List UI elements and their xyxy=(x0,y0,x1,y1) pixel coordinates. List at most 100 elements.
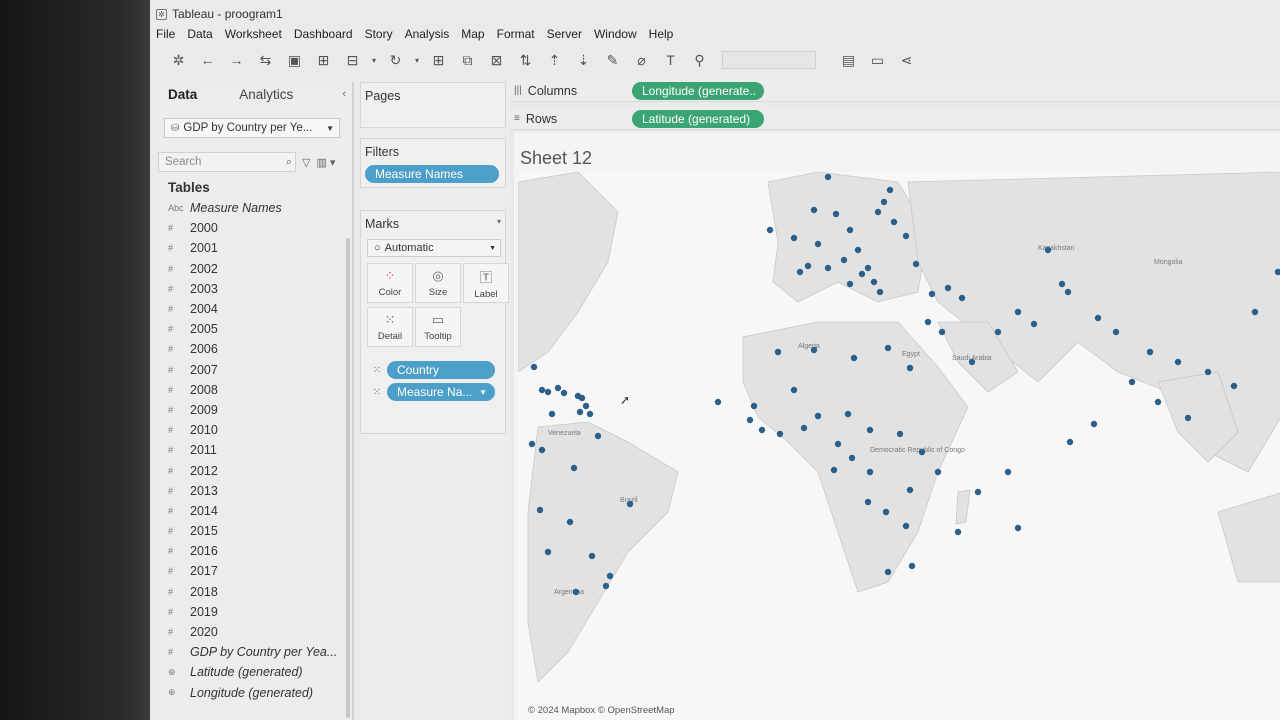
country-dot[interactable] xyxy=(714,398,722,406)
country-dot[interactable] xyxy=(594,432,602,440)
menu-file[interactable]: File xyxy=(156,27,175,41)
country-dot[interactable] xyxy=(902,522,910,530)
country-dot[interactable] xyxy=(1030,320,1038,328)
country-dot[interactable] xyxy=(810,206,818,214)
country-dot[interactable] xyxy=(830,466,838,474)
show-cards-icon[interactable]: ▤ xyxy=(834,52,863,69)
country-dot[interactable] xyxy=(1044,246,1052,254)
country-dot[interactable] xyxy=(884,568,892,576)
country-dot[interactable] xyxy=(906,486,914,494)
country-dot[interactable] xyxy=(824,173,832,181)
field-item[interactable]: #2006 xyxy=(158,339,352,359)
country-dot[interactable] xyxy=(944,284,952,292)
country-dot[interactable] xyxy=(896,430,904,438)
menu-help[interactable]: Help xyxy=(649,27,674,41)
refresh-icon[interactable]: ↻ xyxy=(381,52,410,69)
country-dot[interactable] xyxy=(832,210,840,218)
highlight-icon[interactable]: ✎ xyxy=(598,52,627,69)
field-item[interactable]: #2010 xyxy=(158,420,352,440)
field-item[interactable]: #2019 xyxy=(158,602,352,622)
country-dot[interactable] xyxy=(1204,368,1212,376)
field-item[interactable]: ⊕ Longitude (generated) xyxy=(158,683,352,703)
country-dot[interactable] xyxy=(1154,398,1162,406)
country-dot[interactable] xyxy=(1184,414,1192,422)
label-icon[interactable]: T xyxy=(656,52,685,68)
country-dot[interactable] xyxy=(530,363,538,371)
marks-menu-icon[interactable]: ▾ xyxy=(497,217,501,231)
field-item[interactable]: #2020 xyxy=(158,622,352,642)
country-dot[interactable] xyxy=(1128,378,1136,386)
country-dot[interactable] xyxy=(560,389,568,397)
country-dot[interactable] xyxy=(924,318,932,326)
refresh-dropdown-icon[interactable]: ▾ xyxy=(410,56,424,65)
mark-pill-measure-names[interactable]: Measure Na... ▼ xyxy=(387,383,495,401)
country-dot[interactable] xyxy=(814,412,822,420)
country-dot[interactable] xyxy=(586,410,594,418)
country-dot[interactable] xyxy=(918,448,926,456)
field-item[interactable]: ⊕ Latitude (generated) xyxy=(158,662,352,682)
redo-icon[interactable]: → xyxy=(222,52,251,68)
field-item[interactable]: #2002 xyxy=(158,259,352,279)
share-icon[interactable]: ⋖ xyxy=(892,52,921,69)
country-dot[interactable] xyxy=(908,562,916,570)
menu-analysis[interactable]: Analysis xyxy=(405,27,450,41)
rows-pill-latitude[interactable]: Latitude (generated) xyxy=(632,109,764,128)
view-options-icon[interactable]: ▥ ▾ xyxy=(316,156,335,169)
field-item[interactable]: #2015 xyxy=(158,521,352,541)
country-dot[interactable] xyxy=(874,208,882,216)
tab-data[interactable]: Data xyxy=(158,87,207,102)
field-item[interactable]: #2012 xyxy=(158,460,352,480)
country-dot[interactable] xyxy=(588,552,596,560)
map-canvas[interactable]: Kazakhstan Mongolia Algeria Egypt Saudi … xyxy=(518,172,1280,720)
country-dot[interactable] xyxy=(938,328,946,336)
mark-type-select[interactable]: ○ Automatic ▼ xyxy=(367,239,501,257)
country-dot[interactable] xyxy=(572,588,580,596)
menu-worksheet[interactable]: Worksheet xyxy=(225,27,282,41)
country-dot[interactable] xyxy=(810,346,818,354)
label-button[interactable]: 🅃 Label xyxy=(463,263,509,303)
presentation-icon[interactable]: ▭ xyxy=(863,52,892,69)
country-dot[interactable] xyxy=(804,262,812,270)
country-dot[interactable] xyxy=(854,246,862,254)
country-dot[interactable] xyxy=(774,348,782,356)
color-button[interactable]: ⁘ Color xyxy=(367,263,413,303)
country-dot[interactable] xyxy=(1014,524,1022,532)
country-dot[interactable] xyxy=(912,260,920,268)
country-dot[interactable] xyxy=(850,354,858,362)
group-icon[interactable]: ⌀ xyxy=(627,52,656,69)
tab-analytics[interactable]: Analytics xyxy=(229,87,303,102)
country-dot[interactable] xyxy=(866,468,874,476)
country-dot[interactable] xyxy=(1066,438,1074,446)
country-dot[interactable] xyxy=(934,468,942,476)
fix-axes-icon[interactable]: ⚲ xyxy=(685,52,714,69)
swap-icon[interactable]: ⇆ xyxy=(251,52,280,69)
new-datasource-icon[interactable]: ⊞ xyxy=(309,52,338,69)
country-dot[interactable] xyxy=(554,384,562,392)
datasource-select[interactable]: ⛁ GDP by Country per Ye... ▼ xyxy=(164,118,340,138)
field-item[interactable]: #2017 xyxy=(158,561,352,581)
country-dot[interactable] xyxy=(544,388,552,396)
country-dot[interactable] xyxy=(796,268,804,276)
field-item[interactable]: #2009 xyxy=(158,400,352,420)
menu-data[interactable]: Data xyxy=(187,27,212,41)
country-dot[interactable] xyxy=(994,328,1002,336)
country-dot[interactable] xyxy=(566,518,574,526)
field-item[interactable]: #2008 xyxy=(158,380,352,400)
field-item[interactable]: #2016 xyxy=(158,541,352,561)
sort-asc-icon[interactable]: ⇡ xyxy=(540,52,569,69)
field-item[interactable]: #2018 xyxy=(158,582,352,602)
country-dot[interactable] xyxy=(626,500,634,508)
duplicate-icon[interactable]: ⧉ xyxy=(453,52,482,69)
save-icon[interactable]: ▣ xyxy=(280,52,309,69)
menu-window[interactable]: Window xyxy=(594,27,637,41)
country-dot[interactable] xyxy=(844,410,852,418)
country-dot[interactable] xyxy=(886,186,894,194)
country-dot[interactable] xyxy=(968,358,976,366)
field-item[interactable]: #2011 xyxy=(158,440,352,460)
country-dot[interactable] xyxy=(890,218,898,226)
field-item[interactable]: #2004 xyxy=(158,299,352,319)
field-item[interactable]: #2000 xyxy=(158,218,352,238)
country-dot[interactable] xyxy=(1174,358,1182,366)
world-map[interactable]: Kazakhstan Mongolia Algeria Egypt Saudi … xyxy=(518,172,1280,720)
country-dot[interactable] xyxy=(766,226,774,234)
